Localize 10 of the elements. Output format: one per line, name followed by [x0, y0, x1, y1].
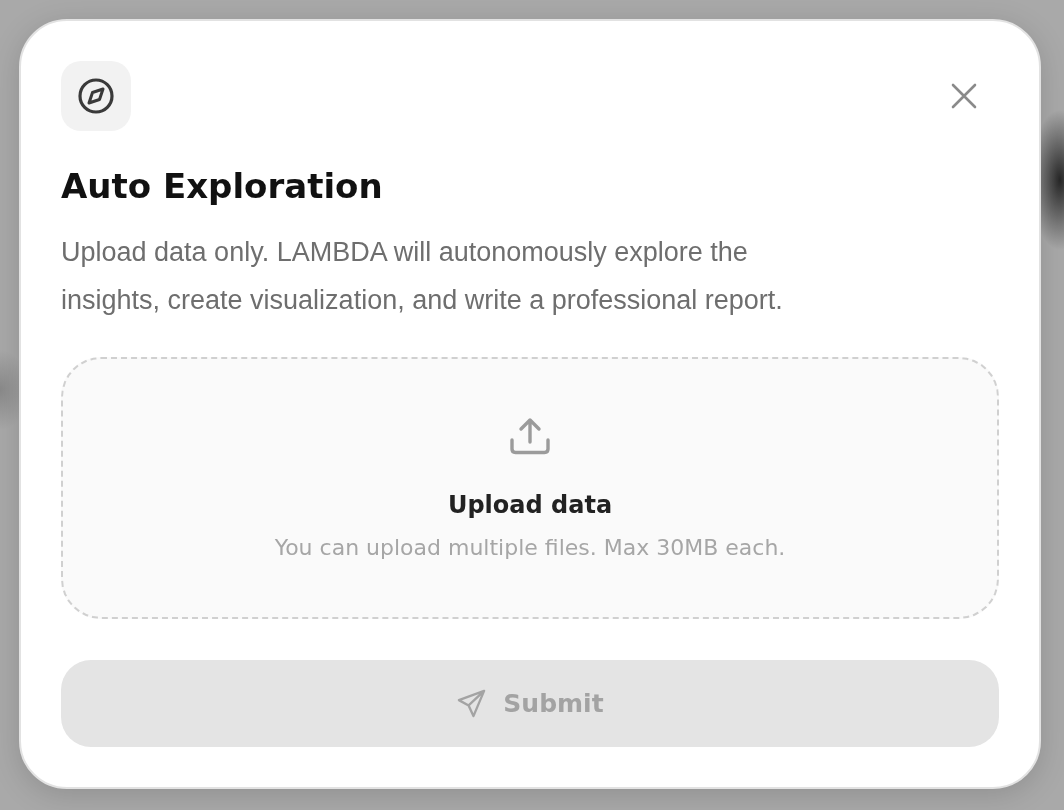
- upload-hint: You can upload multiple files. Max 30MB each.: [274, 535, 786, 561]
- dialog-title: Auto Exploration: [61, 165, 383, 208]
- compass-icon: [61, 61, 131, 131]
- upload-title: Upload data: [447, 490, 613, 521]
- close-icon: [951, 83, 977, 109]
- send-icon: [456, 688, 488, 719]
- close-button[interactable]: [951, 83, 977, 109]
- upload-icon: [509, 417, 551, 455]
- dialog-description: Upload data only. LAMBDA will autonomously explore the insights, create visualization, and write a professional report.: [61, 236, 784, 317]
- upload-dropzone[interactable]: Upload data You can upload multiple files. Max 30MB each.: [61, 357, 999, 619]
